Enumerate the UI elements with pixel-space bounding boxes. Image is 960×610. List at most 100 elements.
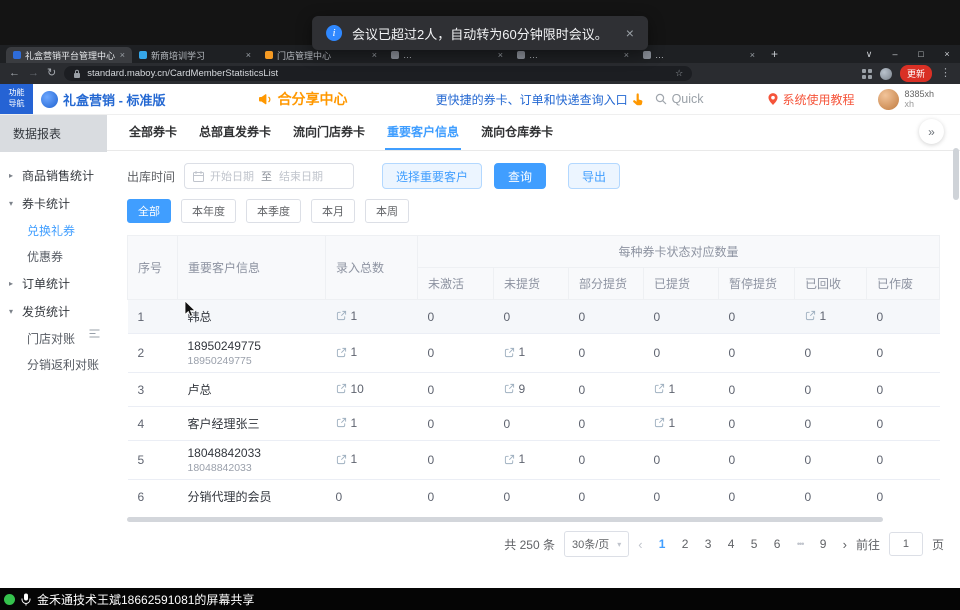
browser-menu-icon[interactable]: ⋮ — [940, 68, 951, 79]
count-link[interactable]: 1 — [336, 309, 358, 323]
new-tab-button[interactable]: + — [762, 45, 787, 63]
count-link[interactable]: 1 — [504, 345, 526, 359]
start-date-placeholder: 开始日期 — [210, 168, 254, 184]
export-button[interactable]: 导出 — [568, 163, 620, 189]
tab-close-icon[interactable]: × — [372, 50, 377, 60]
site-info-icon[interactable] — [73, 69, 81, 79]
page-number[interactable]: 6 — [767, 533, 788, 555]
toast-message: 会议已超过2人，自动转为60分钟限时会议。 — [352, 24, 608, 43]
quick-filter-chip[interactable]: 本季度 — [246, 199, 301, 223]
maximize-button[interactable]: □ — [908, 45, 934, 63]
tab-search-icon[interactable]: ∨ — [856, 45, 882, 63]
select-customer-button[interactable]: 选择重要客户 — [382, 163, 482, 189]
sidebar-item[interactable]: ▾券卡统计 — [0, 189, 107, 217]
content-tab[interactable]: 全部券卡 — [127, 114, 179, 150]
count-zero: 0 — [579, 346, 586, 360]
next-page-button[interactable]: › — [843, 537, 847, 552]
page-number[interactable]: 2 — [675, 533, 696, 555]
tab-close-icon[interactable]: × — [750, 50, 755, 60]
back-icon[interactable]: ← — [9, 68, 20, 79]
browser-tab[interactable]: 新商培训学习× — [132, 47, 258, 63]
sidebar-subitem[interactable]: 分销返利对账 — [0, 351, 107, 377]
vertical-scrollbar-thumb[interactable] — [953, 148, 959, 200]
bookmark-star-icon[interactable]: ☆ — [675, 68, 683, 79]
customer-sub: 18048842033 — [188, 462, 316, 474]
prev-page-button[interactable]: ‹ — [638, 537, 642, 552]
page-number[interactable]: 1 — [652, 533, 673, 555]
browser-tab[interactable]: …× — [636, 47, 762, 63]
quick-filter-chip[interactable]: 本周 — [365, 199, 409, 223]
count-link[interactable]: 10 — [336, 382, 364, 396]
sidebar: 数据报表 ▸商品销售统计▾券卡统计兑换礼券优惠券▸订单统计▾发货统计门店对账分销… — [0, 114, 108, 588]
brand-name: 礼盒营销 - 标准版 — [63, 90, 166, 109]
share-center-link[interactable]: 合分享中心 — [258, 89, 348, 109]
sidebar-item[interactable]: ▸订单统计 — [0, 269, 107, 297]
quick-filter-chip[interactable]: 全部 — [127, 199, 171, 223]
page-number[interactable]: 5 — [744, 533, 765, 555]
count-link[interactable]: 1 — [805, 309, 827, 323]
collapse-panel-button[interactable]: » — [919, 119, 944, 144]
count-link[interactable]: 1 — [336, 452, 358, 466]
cell-status: 0 — [867, 407, 940, 441]
microphone-icon — [21, 593, 31, 606]
status-column-header: 已回收 — [795, 268, 867, 300]
forward-icon[interactable]: → — [28, 68, 39, 79]
content-tab[interactable]: 流向门店券卡 — [291, 114, 367, 150]
sidebar-subitem[interactable]: 优惠券 — [0, 243, 107, 269]
quick-filter-chip[interactable]: 本年度 — [181, 199, 236, 223]
count-zero: 0 — [579, 417, 586, 431]
pointing-finger-icon — [632, 93, 643, 106]
content-tab[interactable]: 重要客户信息 — [385, 114, 461, 150]
toast-close-icon[interactable]: × — [626, 25, 634, 41]
date-range-picker[interactable]: 开始日期 至 结束日期 — [184, 163, 354, 189]
page-size-select[interactable]: 30条/页 ▾ — [564, 531, 629, 557]
tutorial-link[interactable]: 系统使用教程 — [768, 91, 854, 108]
horizontal-scrollbar[interactable] — [127, 517, 940, 522]
tab-title: … — [655, 50, 746, 60]
tab-close-icon[interactable]: × — [498, 50, 503, 60]
browser-update-button[interactable]: 更新 — [900, 65, 932, 82]
count-link[interactable]: 1 — [654, 416, 676, 430]
tab-close-icon[interactable]: × — [246, 50, 251, 60]
browser-tab[interactable]: 礼盒营销平台管理中心× — [6, 47, 132, 63]
user-avatar — [878, 89, 899, 110]
cell-status: 0 — [494, 300, 569, 334]
sidebar-subitem[interactable]: 兑换礼券 — [0, 217, 107, 243]
main-content: 全部券卡总部直发券卡流向门店券卡重要客户信息流向仓库券卡 » 出库时间 开始日期… — [107, 114, 960, 588]
sidebar-item[interactable]: ▸商品销售统计 — [0, 161, 107, 189]
cell-status: 0 — [418, 480, 494, 514]
function-nav-block[interactable]: 功能 导航 — [0, 84, 33, 114]
user-menu[interactable]: 8385xh xh — [878, 89, 934, 110]
content-tab[interactable]: 流向仓库券卡 — [479, 114, 555, 150]
quick-search[interactable]: Quick — [655, 92, 704, 106]
close-button[interactable]: × — [934, 45, 960, 63]
horizontal-scrollbar-thumb[interactable] — [127, 517, 883, 522]
page-number[interactable]: 3 — [698, 533, 719, 555]
count-link[interactable]: 1 — [654, 382, 676, 396]
page-number[interactable]: 9 — [813, 533, 834, 555]
minimize-button[interactable]: – — [882, 45, 908, 63]
sidebar-item[interactable]: ▾发货统计 — [0, 297, 107, 325]
count-link[interactable]: 1 — [336, 416, 358, 430]
tab-close-icon[interactable]: × — [624, 50, 629, 60]
goto-page-input[interactable] — [889, 532, 923, 556]
count-link[interactable]: 9 — [504, 382, 526, 396]
address-bar[interactable]: standard.maboy.cn/CardMemberStatisticsLi… — [64, 66, 692, 81]
end-date-placeholder: 结束日期 — [279, 168, 323, 184]
quick-filter-chip[interactable]: 本月 — [311, 199, 355, 223]
search-button[interactable]: 查询 — [494, 163, 546, 189]
count-zero: 0 — [805, 417, 812, 431]
extensions-icon[interactable] — [862, 69, 872, 79]
count-link[interactable]: 1 — [336, 345, 358, 359]
sidebar-collapse-icon[interactable] — [86, 326, 103, 341]
cell-index: 5 — [128, 441, 178, 480]
tab-close-icon[interactable]: × — [120, 50, 125, 60]
page-number[interactable]: 4 — [721, 533, 742, 555]
count-zero: 0 — [877, 310, 884, 324]
tab-title: 门店管理中心 — [277, 49, 368, 62]
quick-entry-tip[interactable]: 更快捷的券卡、订单和快递查询入口 — [436, 91, 628, 108]
count-link[interactable]: 1 — [504, 452, 526, 466]
reload-icon[interactable]: ↻ — [47, 68, 56, 79]
browser-profile-avatar[interactable] — [880, 68, 892, 80]
content-tab[interactable]: 总部直发券卡 — [197, 114, 273, 150]
